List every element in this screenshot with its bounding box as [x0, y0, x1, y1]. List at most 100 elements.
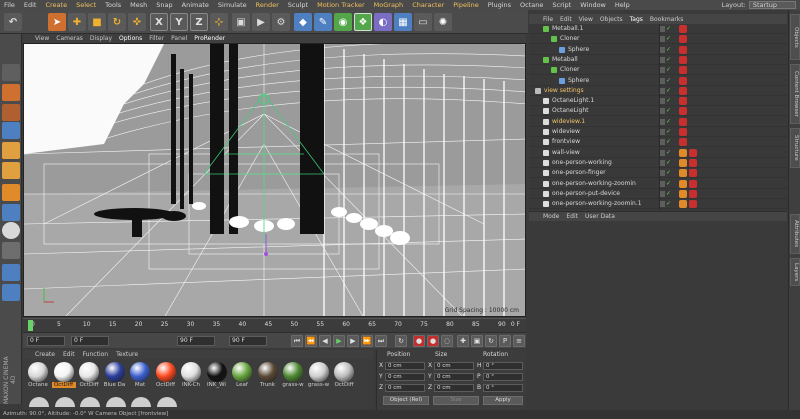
- layout-dropdown[interactable]: Startup: [748, 1, 796, 9]
- object-tag-icon[interactable]: [679, 117, 687, 126]
- enabled-check-icon[interactable]: ✓: [666, 46, 671, 53]
- object-row[interactable]: wideview ✓: [529, 127, 787, 137]
- enabled-check-icon[interactable]: ✓: [666, 97, 671, 104]
- model-mode-icon[interactable]: [2, 84, 20, 101]
- object-tag-icon[interactable]: [679, 107, 687, 116]
- make-editable-icon[interactable]: [2, 64, 20, 81]
- visibility-dots-icon[interactable]: [660, 46, 665, 53]
- size-field[interactable]: 0 cm: [434, 362, 474, 370]
- menu-help[interactable]: Help: [615, 1, 630, 9]
- recent-tool-icon[interactable]: ✜: [128, 13, 146, 31]
- enabled-check-icon[interactable]: ✓: [666, 107, 671, 114]
- object-row[interactable]: one-person-put-device ✓: [529, 189, 787, 199]
- play-icon[interactable]: ▶: [333, 335, 345, 347]
- menu-mesh[interactable]: Mesh: [130, 1, 147, 9]
- position-field[interactable]: 0 cm: [385, 362, 425, 370]
- object-tag-icon[interactable]: [689, 200, 697, 209]
- subdivision-icon[interactable]: ◉: [334, 13, 352, 31]
- object-row[interactable]: Metaball ✓: [529, 55, 787, 65]
- autokey-icon[interactable]: ●: [427, 335, 439, 347]
- object-tag-icon[interactable]: [689, 189, 697, 198]
- attributes-menu-edit[interactable]: Edit: [566, 213, 578, 220]
- object-row[interactable]: wideview.1 ✓: [529, 117, 787, 127]
- menu-animate[interactable]: Animate: [182, 1, 209, 9]
- visibility-dots-icon[interactable]: [660, 129, 665, 135]
- viewport-menu-display[interactable]: Display: [90, 35, 112, 42]
- rotation-field[interactable]: 0 °: [483, 373, 523, 381]
- object-row[interactable]: Sphere ✓: [529, 45, 787, 55]
- prev-frame-icon[interactable]: ◀: [319, 335, 331, 347]
- attributes-menu-user-data[interactable]: User Data: [585, 213, 615, 220]
- object-tag-icon[interactable]: [679, 35, 687, 44]
- material-swatch[interactable]: grass-w: [308, 362, 330, 388]
- preview-end-field[interactable]: 90 F: [229, 336, 267, 346]
- material-swatch-partial[interactable]: [156, 397, 177, 407]
- material-swatch[interactable]: INK-Ch: [180, 362, 202, 388]
- objects-menu-view[interactable]: View: [579, 16, 593, 23]
- object-row[interactable]: frontview ✓: [529, 137, 787, 148]
- object-row[interactable]: Cloner ✓: [529, 34, 787, 45]
- enabled-check-icon[interactable]: ✓: [666, 180, 671, 187]
- object-tag-icon[interactable]: [679, 179, 687, 188]
- viewport-menu-cameras[interactable]: Cameras: [56, 35, 83, 42]
- size-mode-dropdown[interactable]: Size: [433, 396, 479, 405]
- workplane-icon[interactable]: [2, 242, 20, 259]
- param-key-icon[interactable]: P: [499, 335, 511, 347]
- object-tag-icon[interactable]: [679, 66, 687, 75]
- axis-mode-icon[interactable]: [2, 184, 20, 201]
- material-swatch[interactable]: Blue Da: [104, 362, 126, 388]
- z-axis-button[interactable]: Z: [190, 13, 208, 31]
- rotation-field[interactable]: 0 °: [483, 362, 523, 370]
- cloner-icon[interactable]: ❖: [354, 13, 372, 31]
- start-frame-field[interactable]: 0 F: [27, 336, 65, 346]
- visibility-dots-icon[interactable]: [660, 67, 665, 74]
- viewport-menu-panel[interactable]: Panel: [171, 35, 187, 42]
- visibility-dots-icon[interactable]: [660, 170, 665, 177]
- snap-icon[interactable]: [2, 222, 20, 239]
- visibility-dots-icon[interactable]: [660, 201, 665, 208]
- menu-file[interactable]: File: [4, 1, 15, 9]
- material-swatch[interactable]: INK_Wi: [206, 362, 228, 388]
- object-tag-icon[interactable]: [689, 158, 697, 167]
- undo-icon[interactable]: ↶: [4, 13, 22, 31]
- scale-icon[interactable]: ■: [88, 13, 106, 31]
- scene-icon[interactable]: ▦: [394, 13, 412, 31]
- objects-menu-tags[interactable]: Tags: [630, 16, 643, 23]
- object-row[interactable]: Cloner ✓: [529, 65, 787, 76]
- locked-workplane-icon[interactable]: [2, 264, 20, 281]
- material-swatch[interactable]: OctDiff: [155, 362, 177, 388]
- enabled-check-icon[interactable]: ✓: [666, 25, 671, 32]
- size-field[interactable]: 0 cm: [434, 384, 474, 392]
- material-swatch-partial[interactable]: [131, 397, 151, 407]
- viewport-menu-options[interactable]: Options: [119, 35, 142, 42]
- material-menu-function[interactable]: Function: [83, 351, 109, 358]
- prev-key-icon[interactable]: ⏪: [305, 335, 317, 347]
- material-swatch[interactable]: OctDiff: [333, 362, 355, 388]
- material-swatch[interactable]: Trunk: [257, 362, 279, 388]
- texture-mode-icon[interactable]: [2, 104, 20, 121]
- apply-button[interactable]: Apply: [483, 396, 523, 405]
- material-swatch[interactable]: Octane: [27, 362, 49, 388]
- x-axis-button[interactable]: X: [150, 13, 168, 31]
- objects-menu-file[interactable]: File: [543, 16, 553, 23]
- enabled-check-icon[interactable]: ✓: [666, 35, 671, 42]
- menu-character[interactable]: Character: [412, 1, 444, 9]
- viewport-menu-filter[interactable]: Filter: [149, 35, 164, 42]
- position-field[interactable]: 0 cm: [385, 373, 425, 381]
- objects-menu-bookmarks[interactable]: Bookmarks: [650, 16, 684, 23]
- render-view-icon[interactable]: ▣: [232, 13, 250, 31]
- enabled-check-icon[interactable]: ✓: [666, 200, 671, 207]
- go-to-end-icon[interactable]: ⏭: [375, 335, 387, 347]
- enabled-check-icon[interactable]: ✓: [666, 149, 671, 156]
- object-tag-icon[interactable]: [679, 86, 687, 95]
- enabled-check-icon[interactable]: ✓: [666, 87, 671, 94]
- enabled-check-icon[interactable]: ✓: [666, 159, 671, 166]
- position-key-icon[interactable]: ✚: [457, 335, 469, 347]
- menu-snap[interactable]: Snap: [156, 1, 172, 9]
- object-tag-icon[interactable]: [689, 179, 697, 188]
- planar-workplane-icon[interactable]: [2, 284, 20, 301]
- visibility-dots-icon[interactable]: [660, 26, 665, 32]
- enabled-check-icon[interactable]: ✓: [666, 190, 671, 197]
- object-tag-icon[interactable]: [679, 25, 687, 33]
- object-manager-divider[interactable]: [659, 24, 660, 210]
